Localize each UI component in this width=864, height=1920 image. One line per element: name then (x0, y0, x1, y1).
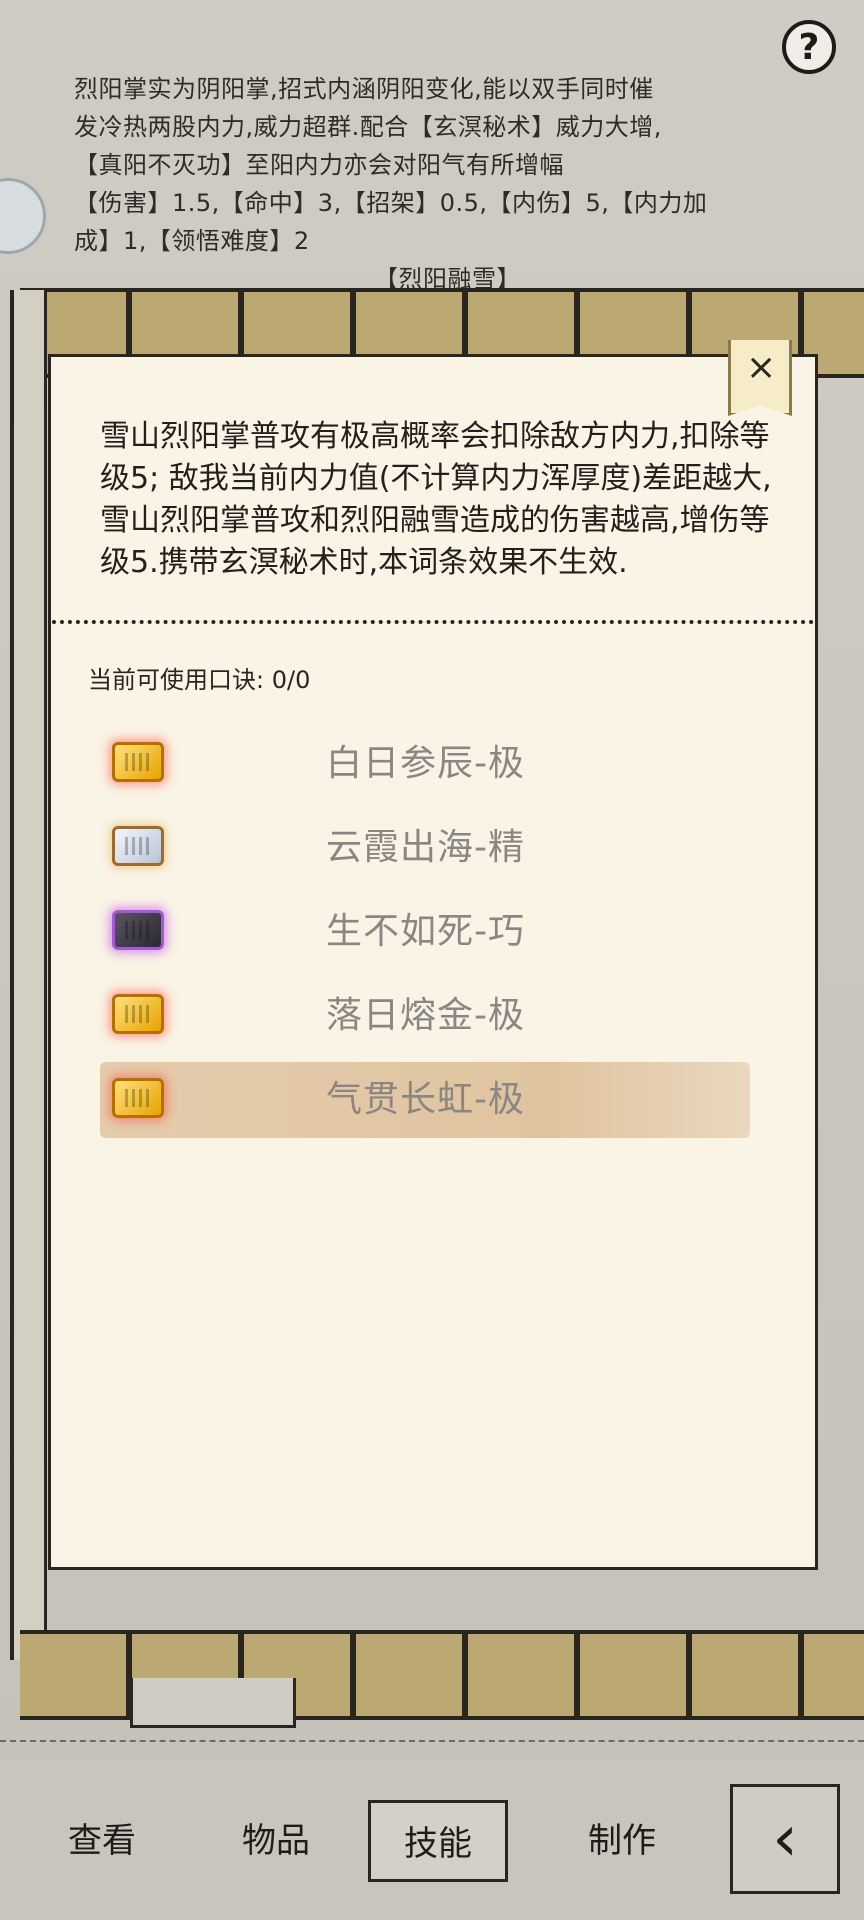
tab-skills[interactable]: 技能 (368, 1800, 508, 1882)
tab-items[interactable]: 物品 (206, 1800, 346, 1882)
description-line: 烈阳掌实为阴阳掌,招式内涵阴阳变化,能以双手同时催 (74, 75, 654, 103)
formula-name: 白日参辰-极 (326, 743, 525, 784)
description-line: 【真阳不灭功】至阳内力亦会对阳气有所增幅 (74, 151, 564, 179)
description-line: 【伤害】1.5,【命中】3,【招架】0.5,【内伤】5,【内力加 (74, 189, 708, 217)
help-button[interactable]: ? (782, 20, 836, 74)
formula-item[interactable]: 生不如死-巧 (100, 898, 750, 978)
tab-craft[interactable]: 制作 (552, 1800, 692, 1882)
gold-gem-icon (112, 742, 164, 782)
formula-item-selected[interactable]: 气贯长虹-极 (100, 1062, 750, 1146)
formula-name: 落日熔金-极 (326, 995, 525, 1036)
formula-item[interactable]: 云霞出海-精 (100, 814, 750, 894)
divider (52, 620, 814, 624)
formula-name: 气贯长虹-极 (326, 1079, 525, 1120)
affix-description: 雪山烈阳掌普攻有极高概率会扣除敌方内力,扣除等级5; 敌我当前内力值(不计算内力… (100, 419, 772, 580)
scroll-left-edge (10, 290, 47, 1660)
back-button[interactable]: ‹ (730, 1784, 840, 1894)
scroll-sub-box (130, 1678, 296, 1728)
formula-name: 生不如死-巧 (326, 911, 525, 952)
gold-gem-icon (112, 994, 164, 1034)
formula-item[interactable]: 白日参辰-极 (100, 730, 750, 810)
close-icon[interactable]: × (746, 348, 776, 388)
silver-gem-icon (112, 826, 164, 866)
formula-name: 云霞出海-精 (326, 827, 525, 868)
back-arrow-icon: ‹ (772, 1802, 798, 1876)
help-icon: ? (798, 26, 820, 68)
formula-item[interactable]: 落日熔金-极 (100, 982, 750, 1062)
gold-gem-icon (112, 1078, 164, 1118)
description-line: 发冷热两股内力,威力超群.配合【玄溟秘术】威力大增, (74, 113, 662, 141)
divider (0, 1740, 864, 1742)
tab-view[interactable]: 查看 (32, 1800, 172, 1882)
dark-gem-icon (112, 910, 164, 950)
skill-description: 烈阳掌实为阴阳掌,招式内涵阴阳变化,能以双手同时催 发冷热两股内力,威力超群.配… (74, 70, 794, 298)
available-count: 当前可使用口诀: 0/0 (88, 666, 311, 694)
description-line: 成】1,【领悟难度】2 (74, 227, 310, 255)
